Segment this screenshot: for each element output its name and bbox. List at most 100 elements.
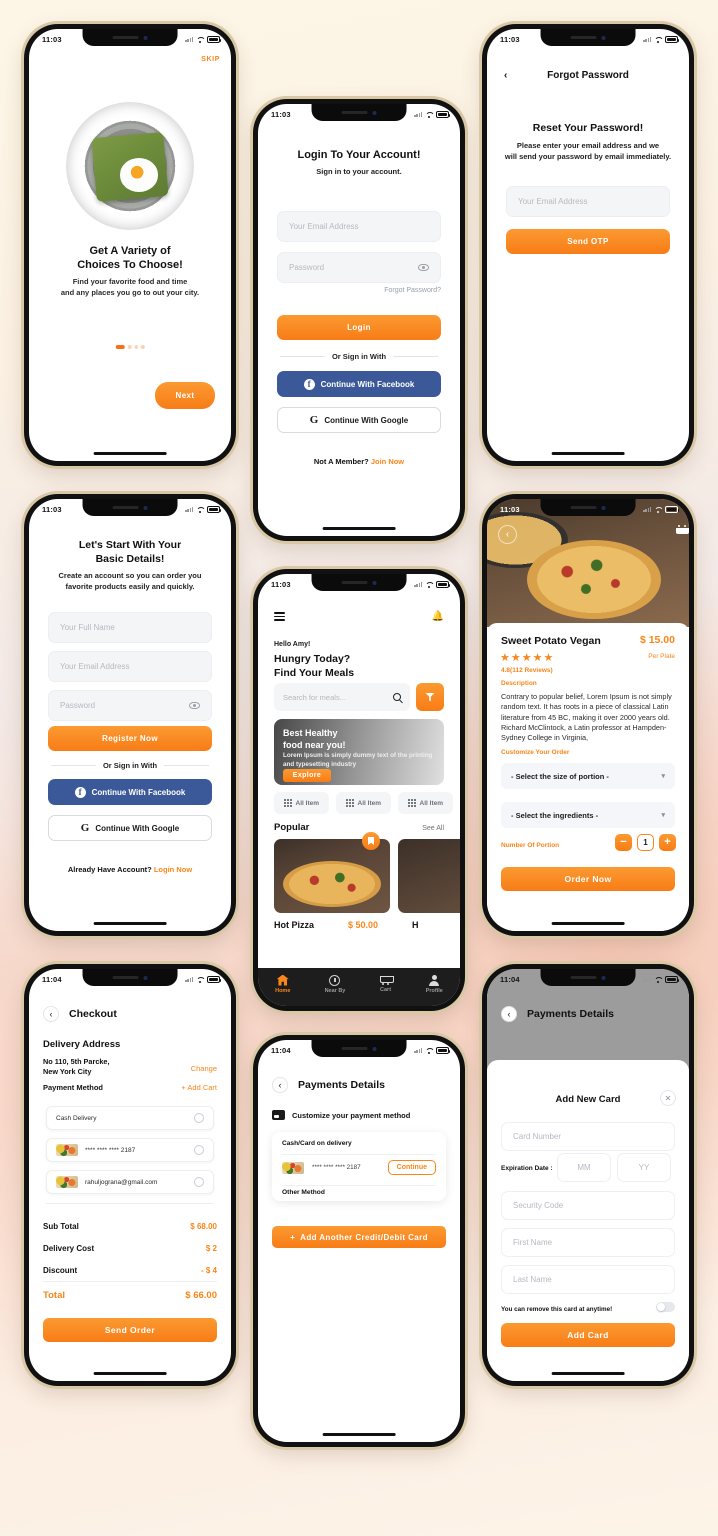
camera [372, 1046, 377, 1051]
camera [601, 975, 606, 980]
forgot-password-link[interactable]: Forgot Password? [384, 287, 441, 294]
tab-label: Cart [380, 987, 392, 993]
nav-bar: ‹ Payments Details [501, 1006, 614, 1022]
eye-icon[interactable] [418, 264, 429, 271]
add-cart-link[interactable]: + Add Cart [181, 1083, 217, 1092]
explore-button[interactable]: Explore [283, 769, 331, 782]
password-field[interactable]: Password [48, 690, 212, 721]
last-name-field[interactable]: Last Name [501, 1265, 675, 1294]
facebook-login-button[interactable]: f Continue With Facebook [277, 371, 441, 397]
search-icon[interactable] [393, 693, 401, 701]
google-login-button[interactable]: G Continue With Google [277, 407, 441, 433]
camera [143, 35, 148, 40]
back-button[interactable]: ‹ [501, 1006, 517, 1022]
increment-button[interactable]: + [659, 834, 676, 851]
next-button[interactable]: Next [155, 382, 215, 409]
login-now-link[interactable]: Login Now [154, 865, 192, 874]
send-order-button[interactable]: Send Order [43, 1318, 217, 1342]
signal-icon [414, 1048, 422, 1053]
eye-icon[interactable] [189, 702, 200, 709]
email-field[interactable]: Your Email Address [277, 211, 441, 242]
category-chip[interactable]: All Item [274, 792, 329, 814]
change-address-link[interactable]: Change [191, 1064, 217, 1073]
screen-product-detail: 11:03 ‹ Sweet Potato Vegan $ 15.00 ★★★★★… [487, 499, 689, 931]
popular-card[interactable] [398, 839, 460, 913]
banner-text: Lorem Ipsum is simply dummy text of the … [283, 752, 433, 768]
back-icon[interactable]: ‹ [504, 70, 507, 81]
subtitle-line-2: and any places you go to out your city. [60, 288, 200, 297]
card-number-field[interactable]: Card Number [501, 1122, 675, 1151]
notch [311, 104, 407, 121]
bookmark-button[interactable] [362, 832, 380, 850]
add-another-card-button[interactable]: + Add Another Credit/Debit Card [272, 1226, 446, 1248]
other-method-label[interactable]: Other Method [282, 1189, 325, 1196]
order-now-button[interactable]: Order Now [501, 867, 675, 891]
facebook-signup-button[interactable]: f Continue With Facebook [48, 779, 212, 805]
pagination-dots[interactable] [115, 345, 145, 349]
dot-3[interactable] [134, 345, 138, 349]
add-card-button[interactable]: Add Card [501, 1323, 675, 1347]
menu-icon[interactable] [274, 612, 285, 621]
expiration-month-field[interactable]: MM [557, 1153, 611, 1182]
payment-option-row[interactable]: rahuljograna@gmail.com [46, 1170, 214, 1194]
portion-stepper: − 1 + [615, 834, 676, 851]
signup-prompt: Not A Member? Join Now [258, 457, 460, 466]
category-chip[interactable]: All Item [398, 792, 453, 814]
back-button[interactable]: ‹ [498, 525, 517, 544]
expiration-year-field[interactable]: YY [617, 1153, 671, 1182]
nav-title: Forgot Password [547, 70, 629, 81]
dot-1[interactable] [115, 345, 125, 349]
size-select[interactable]: - Select the size of portion - ▾ [501, 763, 675, 789]
product-name: Sweet Potato Vegan [501, 635, 601, 647]
wifi-icon [654, 977, 662, 983]
close-icon[interactable]: ✕ [660, 1090, 676, 1106]
skip-button[interactable]: SKIP [201, 56, 220, 63]
pizza-image [283, 861, 381, 908]
tab-cart[interactable]: Cart [379, 975, 394, 993]
tab-home[interactable]: Home [275, 974, 290, 994]
see-all-link[interactable]: See All [422, 825, 444, 832]
bell-icon[interactable]: 🔔 [432, 611, 444, 622]
login-button[interactable]: Login [277, 315, 441, 340]
screen-checkout: 11:04 ‹ Checkout Delivery Address No 110… [29, 969, 231, 1381]
back-button[interactable]: ‹ [43, 1006, 59, 1022]
email-field[interactable]: Your Email Address [506, 186, 670, 217]
screen-payments-details: 11:04 ‹ Payments Details Customize your … [258, 1040, 460, 1442]
filter-button[interactable] [416, 683, 444, 711]
email-field[interactable]: Your Email Address [48, 651, 212, 682]
notch [540, 499, 636, 516]
page-subtitle: Create an account so you can order you f… [45, 570, 215, 592]
fullname-field[interactable]: Your Full Name [48, 612, 212, 643]
continue-button[interactable]: Continue [387, 1160, 436, 1175]
category-chip[interactable]: All Item [336, 792, 391, 814]
google-signup-button[interactable]: G Continue With Google [48, 815, 212, 841]
tab-near-by[interactable]: Near By [325, 974, 345, 994]
ingredients-select[interactable]: - Select the ingredients - ▾ [501, 802, 675, 828]
popular-card[interactable] [274, 839, 390, 913]
payment-option-row[interactable]: Cash Delivery [46, 1106, 214, 1130]
dot-2[interactable] [127, 345, 132, 349]
size-select-value: - Select the size of portion - [511, 771, 609, 781]
screen-onboarding: 11:03 SKIP Get A Variety of Choices To C… [29, 29, 231, 461]
join-now-link[interactable]: Join Now [371, 457, 404, 466]
send-otp-button[interactable]: Send OTP [506, 229, 670, 254]
search-input[interactable]: Search for meals... [274, 683, 410, 711]
security-code-field[interactable]: Security Code [501, 1191, 675, 1220]
dot-4[interactable] [140, 345, 145, 349]
radio-button[interactable] [194, 1177, 204, 1187]
back-button[interactable]: ‹ [272, 1077, 288, 1093]
register-button[interactable]: Register Now [48, 726, 212, 751]
radio-button[interactable] [194, 1113, 204, 1123]
promo-banner[interactable]: Best Healthy food near you! Lorem Ipsum … [274, 719, 444, 785]
tab-profile[interactable]: Profile [426, 974, 443, 994]
payment-option-row[interactable]: **** **** **** 2187 [46, 1138, 214, 1162]
portion-value[interactable]: 1 [637, 834, 654, 851]
mm-placeholder: MM [577, 1163, 591, 1172]
remove-card-toggle[interactable] [656, 1302, 675, 1312]
decrement-button[interactable]: − [615, 834, 632, 851]
page-subtitle: Sign in to your account. [316, 167, 402, 176]
radio-button[interactable] [194, 1145, 204, 1155]
first-name-field[interactable]: First Name [501, 1228, 675, 1257]
product-description: Contrary to popular belief, Lorem Ipsum … [501, 692, 672, 743]
password-field[interactable]: Password [277, 252, 441, 283]
